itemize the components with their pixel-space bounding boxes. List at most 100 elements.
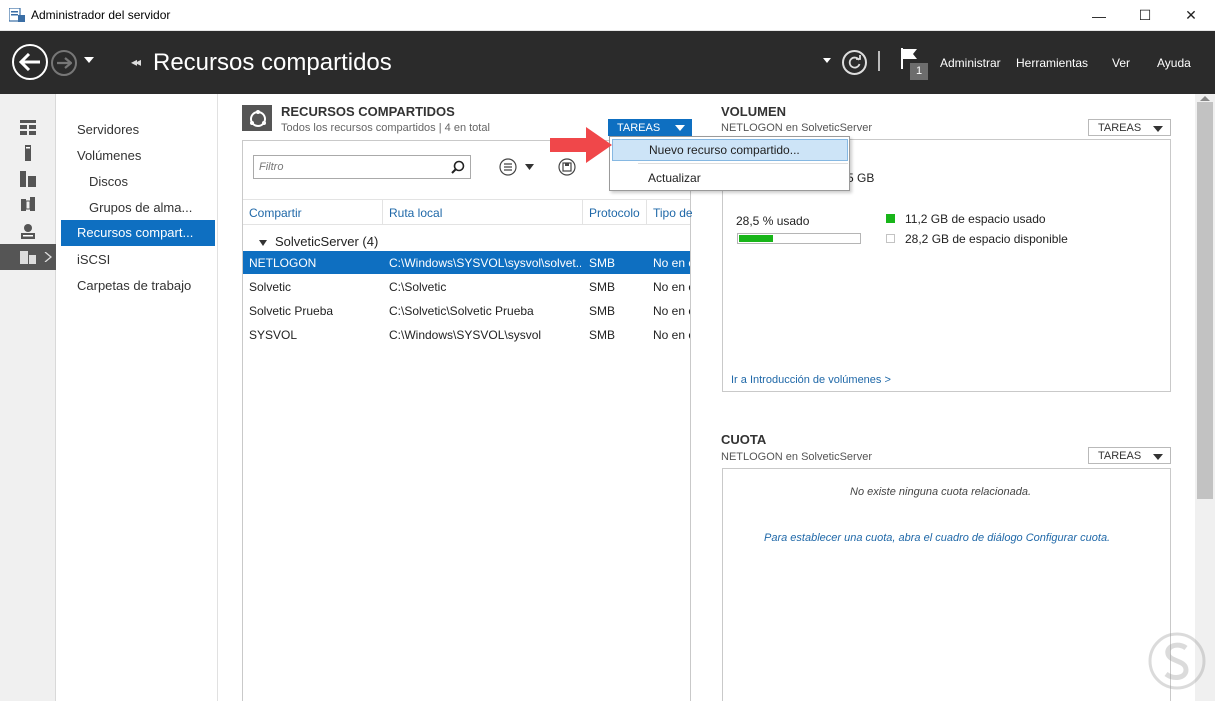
column-header-ruta-local[interactable]: Ruta local [389,206,442,220]
rail-all-servers[interactable] [0,166,56,192]
subnav-recursos-compartidos[interactable]: Recursos compart... [61,220,215,246]
navigation-rail [0,94,56,701]
quota-subtitle: NETLOGON en SolveticServer [721,451,872,463]
subnav-servidores[interactable]: Servidores [61,117,215,143]
filter-field[interactable]: Filtro [253,155,471,179]
rail-local-server[interactable] [0,140,56,166]
cell-protocol: SMB [589,280,616,294]
volume-usage-fill [739,235,773,242]
volume-tasks-button[interactable]: TAREAS [1088,119,1171,136]
rail-dashboard[interactable] [0,114,56,140]
chevron-down-icon [1153,126,1163,132]
history-dropdown-icon[interactable] [84,57,94,63]
shares-tasks-button[interactable]: TAREAS [608,119,692,136]
query-options-icon[interactable] [499,158,517,176]
rail-shares-active[interactable] [0,244,56,270]
scrollbar-thumb[interactable] [1197,102,1213,499]
subnav-discos[interactable]: Discos [61,169,215,195]
cell-path: C:\Windows\SYSVOL\sysvol\solvet... [389,256,581,270]
scroll-up-icon[interactable] [1200,96,1210,101]
volume-capacity: 5 GB [847,171,875,185]
local-server-icon [25,145,31,161]
cell-path: C:\Windows\SYSVOL\sysvol [389,328,542,342]
shares-section-icon [242,105,272,131]
cell-type: No en c [653,304,690,318]
menu-refresh[interactable]: Actualizar [612,167,848,189]
cell-share: Solvetic Prueba [249,304,334,318]
subnav-carpetas-trabajo[interactable]: Carpetas de trabajo [61,273,215,299]
query-options-dropdown-icon[interactable] [525,164,534,170]
chevron-down-icon [1153,454,1163,460]
minimize-button[interactable]: — [1076,0,1122,31]
server-group-header[interactable]: SolveticServer (4) [259,234,378,249]
menu-ayuda[interactable]: Ayuda [1157,56,1191,70]
quota-empty-message: No existe ninguna cuota relacionada. [850,486,1032,498]
quota-details-box: No existe ninguna cuota relacionada. Par… [722,468,1171,701]
page-title: Recursos compartidos [153,49,392,76]
volume-usage-bar [737,233,861,244]
all-servers-icon [20,171,36,187]
refresh-icon [848,55,861,69]
menu-ver[interactable]: Ver [1112,56,1130,70]
vertical-scrollbar[interactable] [1195,94,1215,701]
collapse-triangle-icon[interactable] [259,239,267,246]
breadcrumb-dropdown-icon[interactable] [823,58,831,63]
refresh-button[interactable] [842,50,867,75]
maximize-button[interactable]: ☐ [1122,0,1168,31]
filter-placeholder: Filtro [259,161,284,173]
minimize-icon: — [1092,7,1106,24]
column-header-compartir[interactable]: Compartir [249,206,302,220]
used-space-label: 11,2 GB de espacio usado [905,212,1046,226]
forward-arrow-icon [57,57,72,69]
file-storage-subnav: Servidores Volúmenes Discos Grupos de al… [56,94,218,701]
close-icon: ✕ [1185,7,1197,23]
notifications-button[interactable]: 1 [900,47,930,81]
window-titlebar: Administrador del servidor — ☐ ✕ [0,0,1215,31]
volumes-intro-link[interactable]: Ir a Introducción de volúmenes > [731,374,891,386]
subnav-grupos-almacenamiento[interactable]: Grupos de alma... [61,195,215,221]
notification-count-badge: 1 [916,65,923,77]
cell-type: No en c [653,328,690,342]
chevron-down-icon [675,125,685,131]
rail-file-storage[interactable] [0,218,56,244]
menu-administrar[interactable]: Administrar [940,56,1001,70]
cell-path: C:\Solvetic\Solvetic Prueba [389,304,534,318]
cell-type: No en c [653,256,690,270]
table-row[interactable]: NETLOGON C:\Windows\SYSVOL\sysvol\solvet… [243,251,690,274]
quota-configure-hint[interactable]: Para establecer una cuota, abra el cuadr… [764,532,1110,544]
table-row[interactable]: SYSVOL C:\Windows\SYSVOL\sysvol SMB No e… [243,323,690,346]
annotation-arrow-icon [550,127,612,163]
role-group-icon [21,197,35,211]
forward-button[interactable] [51,50,77,76]
file-storage-icon [21,224,35,239]
quota-tasks-label: TAREAS [1098,449,1142,462]
column-header-protocolo[interactable]: Protocolo [589,206,640,220]
search-icon[interactable] [451,160,465,174]
cell-protocol: SMB [589,328,616,342]
column-header-tipo[interactable]: Tipo de [653,206,693,220]
back-button[interactable] [12,44,48,80]
quota-tasks-button[interactable]: TAREAS [1088,447,1171,464]
table-row[interactable]: Solvetic Prueba C:\Solvetic\Solvetic Pru… [243,299,690,322]
volume-title: VOLUMEN [721,104,786,119]
dashboard-icon [20,120,36,135]
close-button[interactable]: ✕ [1168,0,1214,31]
cell-share: NETLOGON [249,256,317,270]
subnav-iscsi[interactable]: iSCSI [61,247,215,273]
shares-subtitle: Todos los recursos compartidos | 4 en to… [281,122,490,134]
rail-role-group[interactable] [0,192,56,218]
shares-panel: RECURSOS COMPARTIDOS Todos los recursos … [242,101,693,701]
menu-new-share[interactable]: Nuevo recurso compartido... [612,139,848,161]
subnav-volumenes[interactable]: Volúmenes [61,143,215,169]
column-divider[interactable] [646,200,647,224]
table-row[interactable]: Solvetic C:\Solvetic SMB No en c [243,275,690,298]
breadcrumb-arrows-icon[interactable]: ◂◂ [131,55,141,69]
shares-tasks-label: TAREAS [617,121,661,134]
menu-herramientas[interactable]: Herramientas [1016,56,1088,70]
notifications-flag-icon [901,48,928,80]
back-arrow-icon [19,53,40,71]
grid-header: Compartir Ruta local Protocolo Tipo de [243,199,693,225]
free-space-label: 28,2 GB de espacio disponible [905,232,1068,246]
column-divider[interactable] [582,200,583,224]
column-divider[interactable] [382,200,383,224]
